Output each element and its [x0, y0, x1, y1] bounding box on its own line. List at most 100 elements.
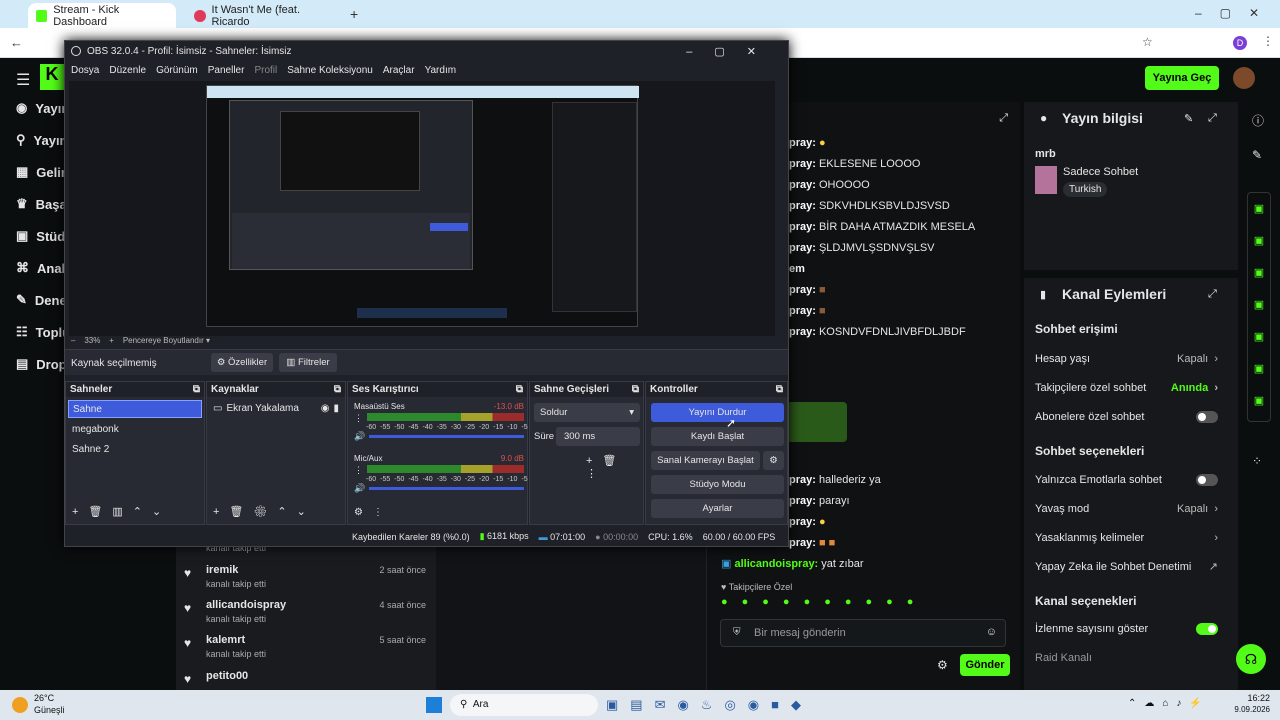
scene-item[interactable]: megabonk — [68, 421, 202, 439]
expand-icon[interactable]: ⤢ — [1208, 288, 1217, 301]
start-virtual-camera-button[interactable]: Sanal Kamerayı Başlat — [651, 451, 760, 470]
source-toolbar-buttons[interactable]: +🗑⚙⌃⌄ — [213, 505, 316, 518]
menu-item[interactable]: Paneller — [208, 65, 245, 76]
toggle[interactable] — [1196, 622, 1218, 635]
filters-button[interactable]: ▥ Filtreler — [279, 353, 337, 372]
tab-label: Stream - Kick Dashboard — [53, 3, 120, 28]
activity-item: ♥ allicandoispray kanalı takip etti 4 sa… — [184, 599, 426, 624]
new-tab-icon[interactable]: + — [350, 6, 358, 22]
menu-item[interactable]: Dosya — [71, 65, 99, 76]
mixer-toolbar[interactable]: ⚙⋮ — [354, 507, 393, 518]
volume-slider[interactable] — [369, 487, 524, 490]
tab-music[interactable]: It Wasn't Me (feat. Ricardo — [186, 3, 344, 28]
tab-kick-dashboard[interactable]: Stream - Kick Dashboard — [28, 3, 176, 28]
scene-item[interactable]: Sahne 2 — [68, 441, 202, 459]
stop-stream-button[interactable]: Yayını Durdur — [651, 403, 784, 422]
obs-menubar: Dosya Düzenle Görünüm Paneller Profil Sa… — [65, 61, 788, 79]
send-button[interactable]: Gönder — [960, 654, 1010, 676]
chat-message: pray: OHOOOO — [789, 178, 870, 191]
fit-label[interactable]: Pencereye Boyutlandır — [123, 336, 204, 345]
setting-row[interactable]: Yalnızca Emotlarla sohbet — [1035, 465, 1238, 494]
sidebar-item-8[interactable]: ▤ Dropl — [0, 348, 70, 380]
pencil-icon[interactable]: ✎ — [1252, 148, 1262, 162]
menu-item[interactable]: Araçlar — [383, 65, 415, 76]
user-avatar[interactable] — [1233, 67, 1255, 89]
preview-capture — [206, 85, 639, 327]
chat-settings-icon[interactable]: ⚙ — [937, 658, 948, 672]
activity-item: ♥ iremik kanalı takip etti 2 saat önce — [184, 564, 426, 589]
audio-mixer-dock: Ses Karıştırıcı ⧉ Masaüstü Ses -13.0 dB ⋮ … — [347, 381, 536, 525]
studio-mode-button[interactable]: Stüdyo Modu — [651, 475, 784, 494]
properties-button[interactable]: ⚙ Özellikler — [211, 353, 273, 372]
scene-item[interactable]: Sahne — [68, 400, 202, 418]
chat-message: pray: hallederiz ya — [789, 473, 881, 486]
info-icon[interactable]: ⓘ — [1252, 112, 1264, 129]
chat-message: ▣ allicandoispray: yat zıbar — [721, 557, 864, 571]
menu-item[interactable]: Düzenle — [109, 65, 146, 76]
edit-icon[interactable]: ✎ — [1184, 112, 1193, 125]
heart-icon: ♥ — [184, 672, 192, 686]
obs-title: OBS 32.0.4 - Profil: İsimsiz - Sahneler:… — [87, 45, 292, 57]
obs-window-controls[interactable]: –▢✕ — [686, 45, 778, 58]
scene-toolbar[interactable]: +🗑▥⌃⌄ — [72, 505, 171, 518]
go-live-button[interactable]: Yayına Geç — [1145, 66, 1219, 90]
sidebar-item-4[interactable]: ▣ Stüdy — [0, 220, 72, 252]
setting-row[interactable]: Yavaş mod Kapalı › — [1035, 494, 1238, 523]
taskbar-search[interactable]: ⚲ Ara — [450, 694, 598, 716]
menu-item[interactable]: Sahne Koleksiyonu — [287, 65, 373, 76]
menu-item[interactable]: Profil — [254, 65, 277, 76]
setting-row[interactable]: Takipçilere özel sohbet Anında › — [1035, 373, 1238, 402]
transition-select[interactable]: Soldur ▾ — [534, 403, 640, 422]
windows-start-icon[interactable] — [426, 697, 442, 713]
setting-row[interactable]: İzlenme sayısını göster — [1035, 614, 1238, 643]
obs-statusbar: Kaybedilen Kareler 89 (%0.0) ▮ 6181 kbps… — [65, 527, 788, 546]
transitions-dock: Sahne Geçişleri ⧉ Soldur ▾ Süre 300 ms +🗑⋮ — [529, 381, 644, 525]
transition-toolbar[interactable]: +🗑⋮ — [586, 454, 643, 480]
emote-row[interactable]: ●●●●●●●●●● — [721, 596, 927, 608]
setting-row[interactable]: Yapay Zeka ile Sohbet Denetimi ↗ — [1035, 552, 1238, 581]
sidebar-item-6[interactable]: ✎ Dene — [0, 284, 67, 316]
duration-input[interactable]: 300 ms — [556, 427, 640, 446]
start-recording-button[interactable]: Kaydı Başlat — [651, 427, 784, 446]
kick-logo[interactable]: K — [40, 64, 64, 90]
meter-ticks: -60-55-50-45-40-35-30-25-20-15-10-50 — [366, 424, 536, 431]
section-title: Sohbet seçenekleri — [1035, 444, 1145, 458]
speaker-icon: 🔊 — [354, 431, 366, 441]
settings-button[interactable]: Ayarlar — [651, 499, 784, 518]
hamburger-icon[interactable]: ☰ — [16, 70, 30, 90]
obs-logo-icon — [71, 46, 81, 56]
chat-input[interactable]: ⛨ Bir mesaj gönderin ☺ — [720, 619, 1006, 647]
sidebar-item-1[interactable]: ⚲ Yayın — [0, 124, 68, 156]
pinned-apps[interactable]: ▣▤✉◉♨◎◉■◆ — [606, 697, 813, 713]
emoji-icon[interactable]: ☺ — [986, 626, 997, 638]
virtual-camera-settings-icon[interactable]: ⚙ — [763, 451, 784, 470]
popout-icon[interactable]: ⤢ — [999, 112, 1008, 125]
window-controls[interactable]: –▢✕ — [1195, 6, 1277, 20]
category-name: Sadece Sohbet — [1063, 166, 1139, 178]
setting-row[interactable]: Raid Kanalı — [1035, 643, 1238, 672]
info-icon: ● — [1040, 111, 1048, 125]
system-tray[interactable]: ⌃☁⌂♪⚡ — [1128, 698, 1210, 709]
toggle[interactable] — [1196, 473, 1218, 486]
profile-avatar[interactable]: D — [1233, 36, 1247, 50]
toggle[interactable] — [1196, 410, 1218, 423]
sidebar-item-5[interactable]: ⌘ Anali — [0, 252, 69, 284]
expand-icon[interactable]: ⤢ — [1208, 112, 1217, 125]
menu-item[interactable]: Görünüm — [156, 65, 198, 76]
sidebar-item-2[interactable]: ▦ Gelir — [0, 156, 66, 188]
widget-icons[interactable]: ▣ ▣ ▣ ▣ ▣ ▣ ▣ — [1247, 192, 1271, 422]
apps-icon[interactable]: ⁘ — [1252, 454, 1262, 468]
source-item[interactable]: ▭ Ekran Yakalama ◉ ▮ — [209, 400, 343, 418]
sidebar-item-3[interactable]: ♛ Başar — [0, 188, 72, 220]
menu-item[interactable]: Yardım — [425, 65, 457, 76]
support-icon[interactable]: ☊ — [1236, 644, 1266, 674]
sidebar-item-0[interactable]: ◉ Yayın — [0, 92, 69, 124]
setting-row[interactable]: Yasaklanmış kelimeler › — [1035, 523, 1238, 552]
setting-row[interactable]: Hesap yaşı Kapalı › — [1035, 344, 1238, 373]
sidebar-item-7[interactable]: ☷ Toplu — [0, 316, 70, 348]
bookmark-star-icon[interactable]: ☆ — [1142, 35, 1153, 49]
setting-row[interactable]: Abonelere özel sohbet — [1035, 402, 1238, 431]
back-icon[interactable]: ← — [10, 35, 23, 50]
volume-slider[interactable] — [369, 435, 524, 438]
menu-dots-icon[interactable]: ⋮ — [1262, 34, 1274, 48]
